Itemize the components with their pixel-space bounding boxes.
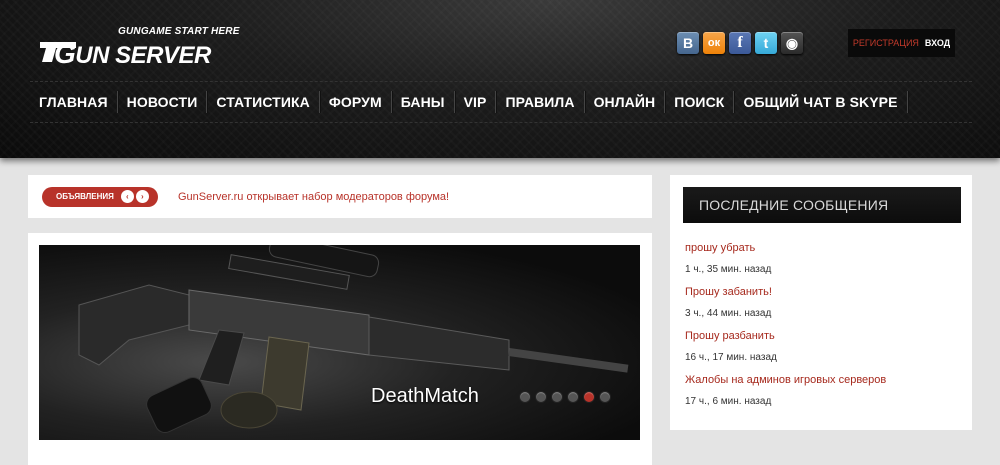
slide-dot-3[interactable]: [551, 391, 563, 403]
rifle-image: [78, 245, 629, 434]
site-header: GUNGAME START HERE GUN SERVER В ок f t ◉…: [0, 0, 1000, 158]
post-time: 1 ч., 35 мин. назад: [685, 264, 772, 275]
site-logo[interactable]: GUNGAME START HERE GUN SERVER: [38, 14, 240, 69]
nav-separator: [906, 91, 908, 113]
auth-box: Регистрация Вход: [848, 29, 955, 57]
nav-top-divider: [30, 81, 972, 82]
logo-brand: GUN SERVER: [54, 38, 211, 70]
announcement-link[interactable]: GunServer.ru открывает набор модераторов…: [178, 191, 449, 203]
slide-pagination: [519, 391, 611, 403]
featured-slide[interactable]: DeathMatch: [39, 245, 640, 440]
twitter-icon[interactable]: t: [755, 32, 777, 54]
latest-posts-list: прошу убрать 1 ч., 35 мин. назад Прошу з…: [685, 242, 886, 418]
slide-dot-1[interactable]: [519, 391, 531, 403]
announcement-badge-label: Объявления: [56, 192, 114, 201]
odnoklassniki-icon[interactable]: ок: [703, 32, 725, 54]
post-time: 3 ч., 44 мин. назад: [685, 308, 772, 319]
slide-dot-6[interactable]: [599, 391, 611, 403]
chevron-right-icon[interactable]: ›: [135, 190, 149, 203]
latest-posts-title: Последние сообщения: [683, 187, 961, 223]
post-title[interactable]: Прошу разбанить: [685, 330, 886, 352]
nav-item-forum[interactable]: Форум: [320, 94, 391, 110]
announcement-badge: Объявления ‹ ›: [42, 186, 158, 207]
nav-bottom-divider: [30, 122, 972, 123]
post-time: 16 ч., 17 мин. назад: [685, 352, 777, 363]
nav-item-vip[interactable]: VIP: [455, 94, 496, 110]
social-links: В ок f t ◉: [677, 32, 803, 54]
slide-dot-5-active[interactable]: [583, 391, 595, 403]
announcement-arrows: ‹ ›: [120, 190, 149, 203]
nav-item-home[interactable]: Главная: [30, 94, 117, 110]
facebook-icon[interactable]: f: [729, 32, 751, 54]
logo-tagline: GUNGAME START HERE: [118, 26, 240, 37]
nav-item-online[interactable]: Онлайн: [585, 94, 665, 110]
post-time: 17 ч., 6 мин. назад: [685, 396, 772, 407]
steam-icon[interactable]: ◉: [781, 32, 803, 54]
main-nav: Главная Новости Статистика Форум Баны VI…: [30, 84, 908, 120]
chevron-left-icon[interactable]: ‹: [120, 190, 134, 203]
nav-item-bans[interactable]: Баны: [392, 94, 454, 110]
slide-dot-2[interactable]: [535, 391, 547, 403]
slide-dot-4[interactable]: [567, 391, 579, 403]
vk-icon[interactable]: В: [677, 32, 699, 54]
nav-item-skype-chat[interactable]: Общий чат в Skype: [734, 94, 906, 110]
post-title[interactable]: Прошу забанить!: [685, 286, 886, 308]
logo-brand-initial: G: [54, 38, 76, 69]
latest-posts-widget: Последние сообщения прошу убрать 1 ч., 3…: [670, 175, 972, 430]
post-title[interactable]: прошу убрать: [685, 242, 886, 264]
nav-item-stats[interactable]: Статистика: [207, 94, 319, 110]
login-link[interactable]: Вход: [925, 38, 950, 48]
nav-item-search[interactable]: Поиск: [665, 94, 733, 110]
announcement-bar: Объявления ‹ › GunServer.ru открывает на…: [28, 175, 652, 218]
nav-item-rules[interactable]: Правила: [496, 94, 583, 110]
slide-caption: DeathMatch: [371, 385, 479, 407]
post-title[interactable]: Жалобы на админов игровых серверов: [685, 374, 886, 396]
nav-item-news[interactable]: Новости: [118, 94, 207, 110]
logo-brand-rest: UN SERVER: [75, 42, 211, 69]
register-link[interactable]: Регистрация: [853, 38, 919, 48]
